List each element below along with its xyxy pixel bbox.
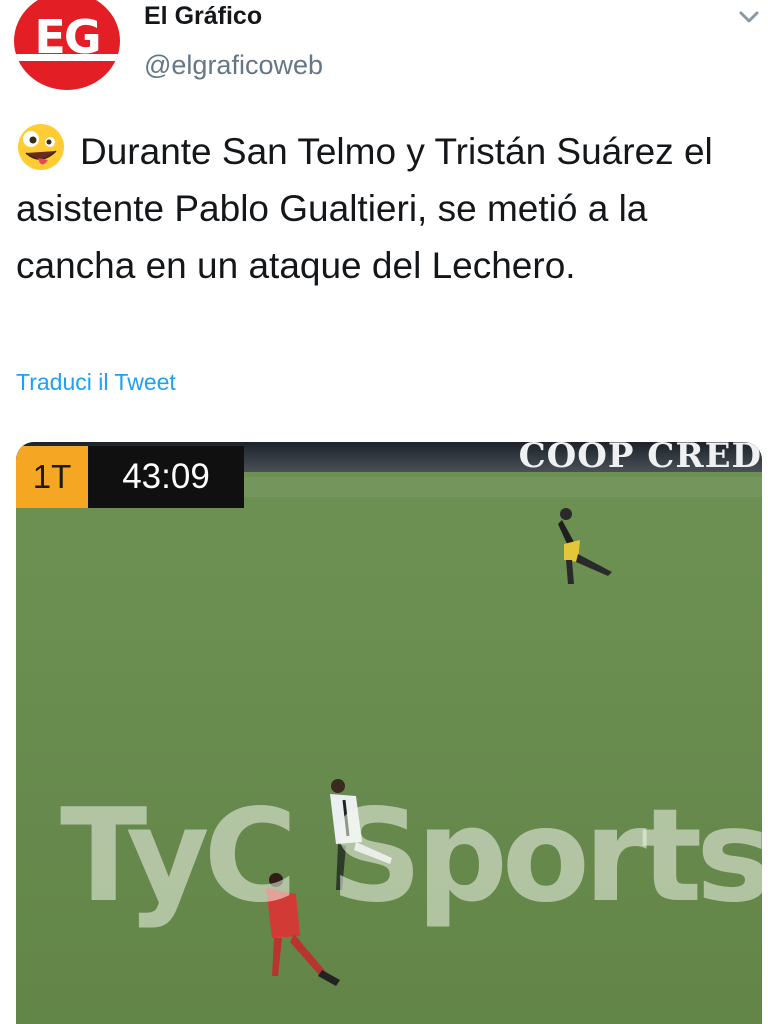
video-media[interactable]: COOP CRED 1T 43:09 TyC Sports xyxy=(16,442,762,1024)
user-handle[interactable]: @elgraficoweb xyxy=(144,50,323,81)
player-yellow-figure xyxy=(558,508,612,584)
translate-tweet-link[interactable]: Traduci il Tweet xyxy=(16,369,176,396)
scoreboard-half: 1T xyxy=(16,446,88,508)
scoreboard-time: 43:09 xyxy=(88,446,244,508)
tweet-header: EG El Gráfico @elgraficoweb xyxy=(0,0,768,110)
chevron-down-icon[interactable] xyxy=(736,4,762,30)
tyc-sports-watermark: TyC Sports xyxy=(60,782,762,931)
display-name[interactable]: El Gráfico xyxy=(144,2,262,31)
avatar[interactable]: EG xyxy=(14,0,120,90)
banner-text: COOP CRED xyxy=(518,442,762,476)
zany-face-emoji-icon xyxy=(18,124,64,170)
tweet-body: Durante San Telmo y Tristán Suárez el as… xyxy=(16,131,713,286)
avatar-logo-text: EG xyxy=(34,10,101,64)
tweet-text: Durante San Telmo y Tristán Suárez el as… xyxy=(16,122,756,294)
